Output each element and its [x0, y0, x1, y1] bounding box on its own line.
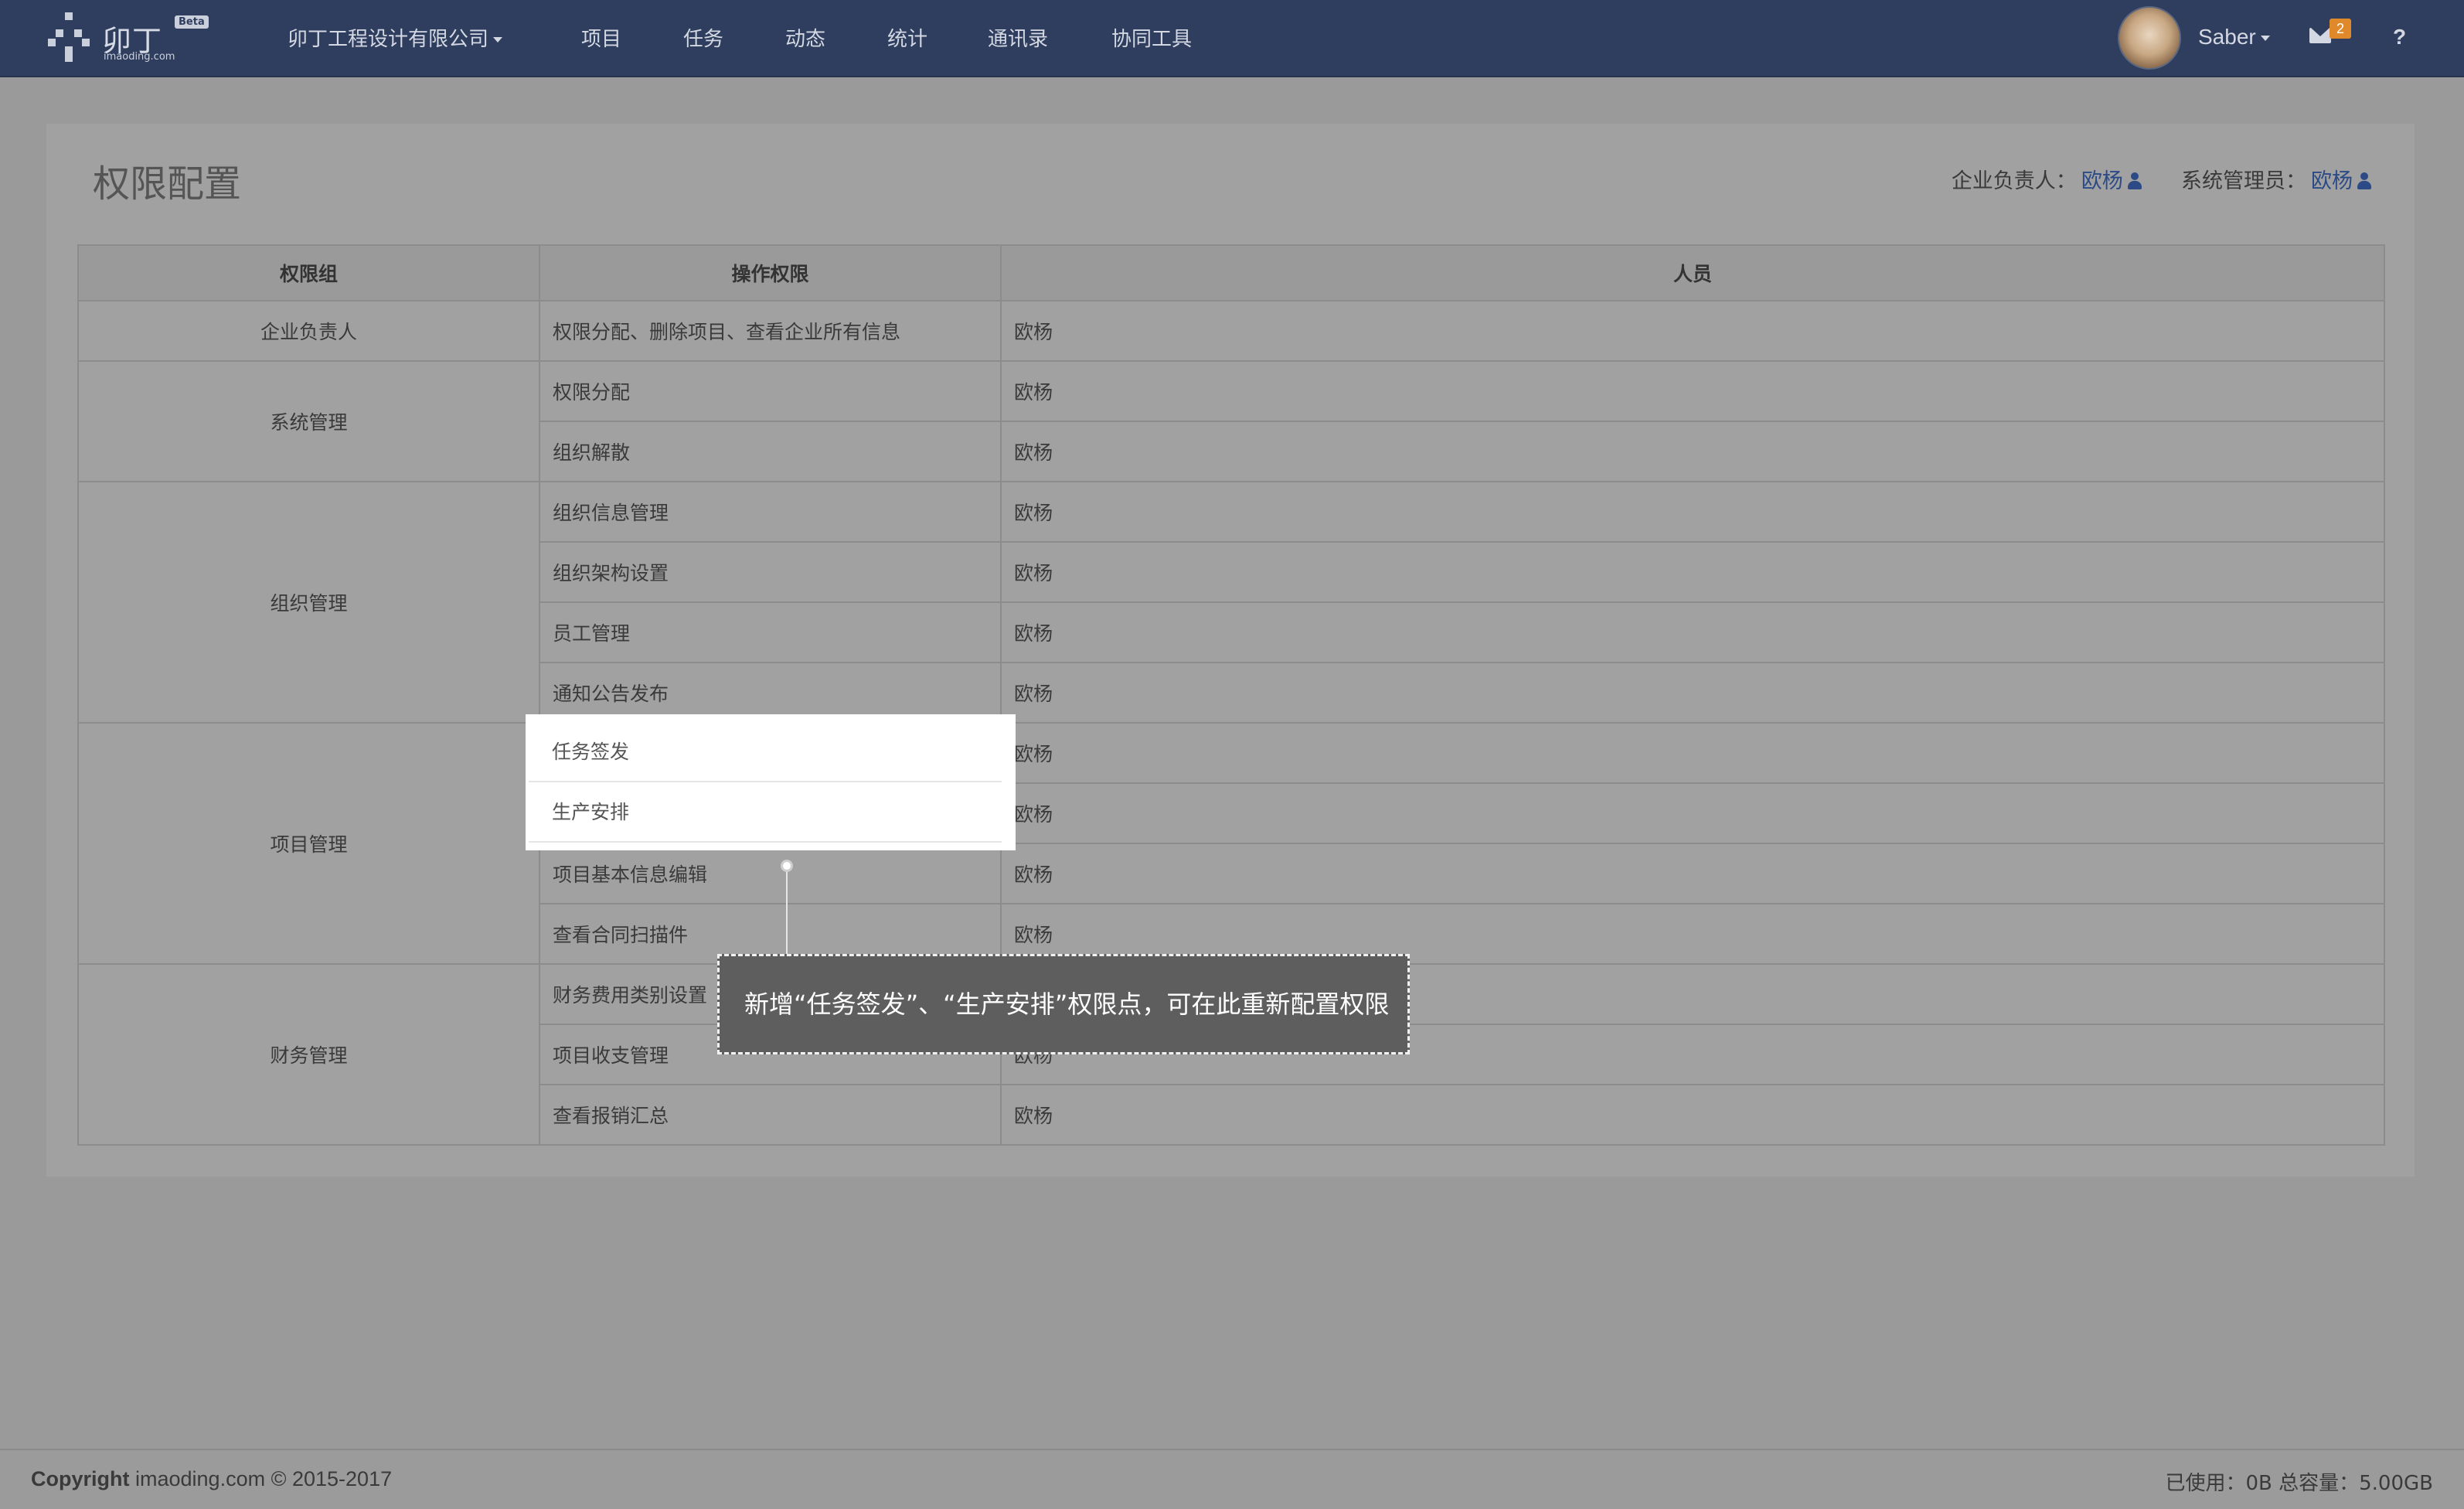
column-header-person: 人员	[1000, 244, 2385, 301]
table-row: 项目管理 任务签发 欧杨	[77, 722, 2385, 965]
highlight-row-production: 生产安排	[529, 782, 1002, 843]
page-title: 权限配置	[93, 162, 242, 206]
footer: Copyright imaoding.com © 2015-2017 已使用：0…	[0, 1449, 2464, 1509]
operation-cell: 查看报销汇总	[539, 1084, 1002, 1146]
nav-item-collab-tools[interactable]: 协同工具	[1111, 23, 1192, 52]
operation-cell: 组织架构设置	[539, 541, 1002, 603]
person-cell[interactable]: 欧杨	[1000, 843, 2385, 904]
admin-link[interactable]: 欧杨	[2311, 169, 2371, 193]
storage-usage: 已使用：0B 总容量：5.00GB	[2165, 1472, 2433, 1495]
callout-connector	[786, 870, 788, 955]
permission-group-cell: 财务管理	[77, 963, 540, 1146]
logo[interactable]: 卯丁 imaoding.com Beta	[48, 12, 210, 65]
nav-item-projects[interactable]: 项目	[581, 23, 621, 52]
beta-badge: Beta	[175, 15, 209, 29]
operation-cell: 组织信息管理	[539, 481, 1002, 543]
permission-group-cell: 项目管理	[77, 722, 540, 965]
person-cell[interactable]: 欧杨	[1000, 1084, 2385, 1146]
table-row: 企业负责人 权限分配、删除项目、查看企业所有信息 欧杨	[77, 300, 2385, 362]
highlight-row-task-issue: 任务签发	[529, 722, 1002, 782]
operation-cell: 员工管理	[539, 601, 1002, 663]
mail-count-badge: 2	[2330, 19, 2351, 39]
user-icon	[2357, 172, 2371, 189]
table-row: 组织管理 组织信息管理 欧杨	[77, 481, 2385, 724]
person-cell[interactable]: 欧杨	[1000, 662, 2385, 724]
person-cell[interactable]: 欧杨	[1000, 601, 2385, 663]
user-menu[interactable]: Saber	[2198, 25, 2270, 49]
owner-label: 企业负责人：	[1951, 169, 2077, 193]
logo-mark-icon	[48, 12, 99, 63]
person-cell[interactable]: 欧杨	[1000, 541, 2385, 603]
copyright-text: imaoding.com © 2015-2017	[129, 1467, 393, 1490]
logo-domain-text: imaoding.com	[104, 51, 175, 63]
person-cell[interactable]: 欧杨	[1000, 360, 2385, 422]
person-cell[interactable]: 欧杨	[1000, 722, 2385, 784]
permission-group-cell: 企业负责人	[77, 300, 540, 362]
user-icon	[2127, 172, 2142, 189]
chevron-down-icon	[493, 37, 503, 43]
owner-link[interactable]: 欧杨	[2081, 169, 2142, 193]
chevron-down-icon	[2260, 36, 2270, 42]
person-cell[interactable]: 欧杨	[1000, 421, 2385, 482]
owner-info: 企业负责人： 欧杨 系统管理员： 欧杨	[1952, 164, 2371, 194]
nav-item-statistics[interactable]: 统计	[887, 23, 927, 52]
top-navbar: 卯丁 imaoding.com Beta 卯丁工程设计有限公司 项目 任务 动态…	[0, 0, 2464, 77]
table-header-row: 权限组 操作权限 人员	[77, 244, 2385, 301]
permission-group-cell: 系统管理	[77, 360, 540, 482]
mail-icon[interactable]	[2309, 28, 2331, 43]
owner-name: 欧杨	[2081, 169, 2123, 193]
user-name: Saber	[2198, 25, 2256, 49]
column-header-group: 权限组	[77, 244, 540, 301]
avatar[interactable]	[2118, 6, 2181, 70]
person-cell[interactable]: 欧杨	[1000, 300, 2385, 362]
callout-anchor-dot	[781, 860, 793, 872]
admin-name: 欧杨	[2311, 169, 2353, 193]
help-icon[interactable]: ?	[2393, 25, 2406, 49]
operation-cell: 组织解散	[539, 421, 1002, 482]
operation-cell: 项目基本信息编辑	[539, 843, 1002, 904]
nav-item-tasks[interactable]: 任务	[683, 23, 723, 52]
admin-label: 系统管理员：	[2181, 169, 2306, 193]
nav-item-activity[interactable]: 动态	[785, 23, 825, 52]
company-name: 卯丁工程设计有限公司	[288, 28, 489, 51]
column-header-operation: 操作权限	[539, 244, 1002, 301]
guide-callout[interactable]: 新增“任务签发”、“生产安排”权限点，可在此重新配置权限	[717, 954, 1410, 1054]
permission-group-cell: 组织管理	[77, 481, 540, 724]
operation-cell: 权限分配、删除项目、查看企业所有信息	[539, 300, 1002, 362]
nav-item-contacts[interactable]: 通讯录	[988, 23, 1048, 52]
company-switcher[interactable]: 卯丁工程设计有限公司	[288, 23, 503, 52]
table-row: 系统管理 权限分配 欧杨	[77, 360, 2385, 482]
copyright-bold: Copyright	[31, 1467, 130, 1490]
copyright: Copyright imaoding.com © 2015-2017	[31, 1467, 392, 1491]
operation-cell: 权限分配	[539, 360, 1002, 422]
person-cell[interactable]: 欧杨	[1000, 481, 2385, 543]
person-cell[interactable]: 欧杨	[1000, 782, 2385, 844]
